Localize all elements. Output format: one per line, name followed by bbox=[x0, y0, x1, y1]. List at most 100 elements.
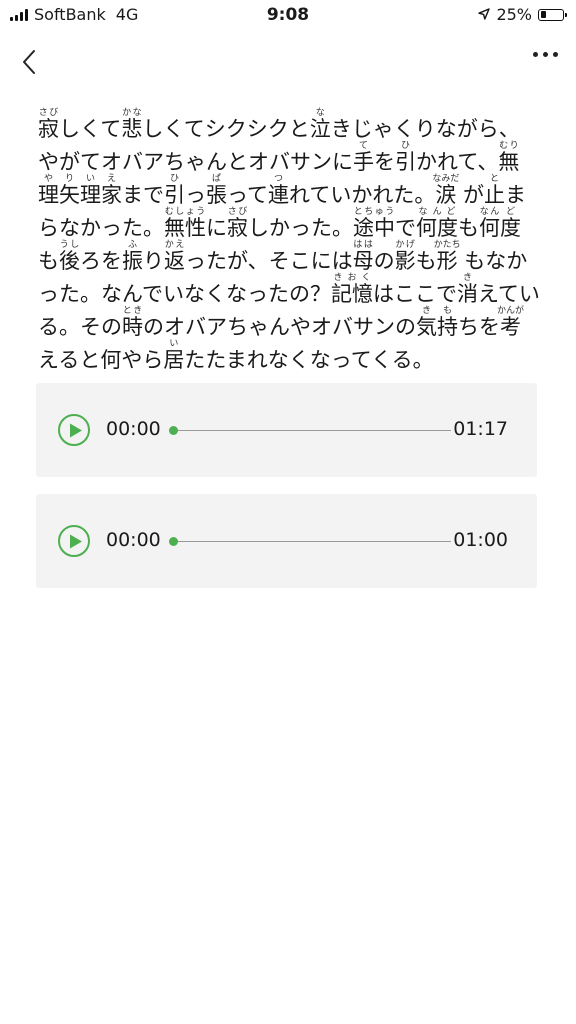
play-button[interactable] bbox=[58, 525, 90, 557]
audio-player: 00:00 01:00 bbox=[36, 494, 537, 588]
play-icon bbox=[70, 423, 82, 438]
furigana: かんが bbox=[497, 306, 525, 316]
text-run: しくて bbox=[59, 117, 122, 141]
chevron-left-icon bbox=[23, 50, 35, 74]
text-run: も bbox=[38, 249, 59, 273]
ruby-word: 寂さび bbox=[227, 207, 248, 240]
ruby-word: 記憶きおく bbox=[330, 273, 373, 306]
ruby-word: 連つ bbox=[267, 174, 289, 207]
furigana: かな bbox=[121, 108, 143, 118]
ruby-word: 影かげ bbox=[394, 240, 416, 273]
ellipsis-icon-dot bbox=[533, 52, 538, 57]
furigana: て bbox=[353, 141, 374, 151]
ruby-word: 涙なみだ bbox=[432, 174, 460, 207]
ruby-word: 寂さび bbox=[38, 108, 59, 141]
furigana: かたち bbox=[433, 240, 461, 250]
furigana: つ bbox=[267, 174, 289, 184]
furigana: き bbox=[456, 273, 478, 283]
furigana: かげ bbox=[394, 240, 416, 250]
ruby-word: 母はは bbox=[352, 240, 374, 273]
furigana: はは bbox=[352, 240, 374, 250]
back-button[interactable] bbox=[14, 42, 50, 78]
progress-slider[interactable] bbox=[169, 537, 451, 546]
ruby-word: 無性むしょう bbox=[164, 207, 206, 240]
text-run: れていかれた。 bbox=[288, 183, 436, 207]
furigana: ぱ bbox=[206, 174, 227, 184]
furigana: ひ bbox=[164, 174, 185, 184]
furigana: ど bbox=[500, 207, 521, 217]
furigana: なんど bbox=[416, 207, 458, 217]
text-run: を bbox=[374, 150, 395, 174]
battery-level bbox=[540, 11, 546, 18]
text-run: ったが、そこには bbox=[185, 249, 353, 273]
ruby-word: 振ふ bbox=[122, 240, 143, 273]
text-run: り bbox=[143, 249, 164, 273]
text-run: も bbox=[458, 216, 479, 240]
ruby-word: 居い bbox=[163, 339, 185, 372]
furigana: ふ bbox=[122, 240, 143, 250]
total-duration: 01:00 bbox=[453, 529, 508, 551]
ruby-word: 手て bbox=[353, 141, 374, 174]
ruby-word: 何 bbox=[100, 348, 122, 372]
furigana: なん bbox=[479, 207, 500, 217]
location-arrow-icon bbox=[478, 5, 491, 24]
ellipsis-icon-dot bbox=[553, 52, 558, 57]
ruby-word: 悲かな bbox=[121, 108, 143, 141]
text-run: かれて、 bbox=[416, 150, 499, 174]
text-run: しくてシクシクと bbox=[142, 117, 310, 141]
text-run: しかった。 bbox=[248, 216, 353, 240]
furigana: うし bbox=[59, 240, 80, 250]
progress-slider[interactable] bbox=[169, 426, 451, 435]
furigana: むしょう bbox=[164, 207, 206, 217]
text-run: が bbox=[456, 183, 485, 207]
ruby-word: 何なん bbox=[479, 207, 500, 240]
status-bar-right: 25% bbox=[478, 5, 567, 24]
audio-player: 00:00 01:17 bbox=[36, 383, 537, 477]
furigana: きも bbox=[416, 306, 458, 316]
text-run: たたまれなくなってくる。 bbox=[184, 348, 434, 372]
play-button[interactable] bbox=[58, 414, 90, 446]
ruby-word: 泣な bbox=[309, 108, 331, 141]
furigana: かえ bbox=[164, 240, 185, 250]
furigana: なみだ bbox=[432, 174, 460, 184]
text-run: のオバアちゃんやオバサンの bbox=[143, 315, 416, 339]
ruby-word: 消き bbox=[456, 273, 478, 306]
ruby-word: 考かんが bbox=[497, 306, 525, 339]
battery-icon bbox=[538, 8, 567, 21]
ruby-word: 引ひ bbox=[164, 174, 185, 207]
play-icon bbox=[70, 534, 82, 549]
article-body: 寂さびしくて悲かなしくてシクシクと泣なきじゃくりながら、やがてオバアちゃんとオバ… bbox=[38, 108, 540, 377]
furigana: さび bbox=[38, 108, 59, 118]
furigana: ひ bbox=[395, 141, 416, 151]
furigana: な bbox=[309, 108, 331, 118]
ellipsis-icon-dot bbox=[543, 52, 548, 57]
ruby-word: 返かえ bbox=[164, 240, 185, 273]
ruby-word: 気持きも bbox=[416, 306, 458, 339]
furigana: きおく bbox=[330, 273, 373, 283]
ruby-word: 度ど bbox=[500, 207, 521, 240]
text-run: はここで bbox=[372, 282, 457, 306]
text-run: ろを bbox=[80, 249, 122, 273]
text-run: えると bbox=[38, 348, 101, 372]
ruby-word: 途中とちゅう bbox=[353, 207, 395, 240]
ruby-word: 何度なんど bbox=[416, 207, 458, 240]
text-run: の bbox=[373, 249, 395, 273]
ruby-word: 張ぱ bbox=[206, 174, 227, 207]
current-time: 00:00 bbox=[106, 529, 161, 551]
current-time: 00:00 bbox=[106, 418, 161, 440]
ruby-word: 止と bbox=[484, 174, 506, 207]
text-run: やら bbox=[121, 348, 164, 372]
progress-thumb[interactable] bbox=[169, 537, 178, 546]
text-run: って bbox=[227, 183, 268, 207]
furigana: さび bbox=[227, 207, 248, 217]
text-run: に bbox=[206, 216, 227, 240]
article-text: 寂さびしくて悲かなしくてシクシクと泣なきじゃくりながら、やがてオバアちゃんとオバ… bbox=[38, 108, 540, 377]
text-run: まで bbox=[122, 183, 164, 207]
furigana: とき bbox=[122, 306, 143, 316]
ruby-word: 時とき bbox=[122, 306, 143, 339]
battery-tip bbox=[565, 12, 567, 17]
progress-thumb[interactable] bbox=[169, 426, 178, 435]
more-options-button[interactable] bbox=[533, 52, 558, 57]
battery-percent: 25% bbox=[496, 5, 532, 24]
status-bar: SoftBank 4G 9:08 25% bbox=[0, 0, 576, 30]
